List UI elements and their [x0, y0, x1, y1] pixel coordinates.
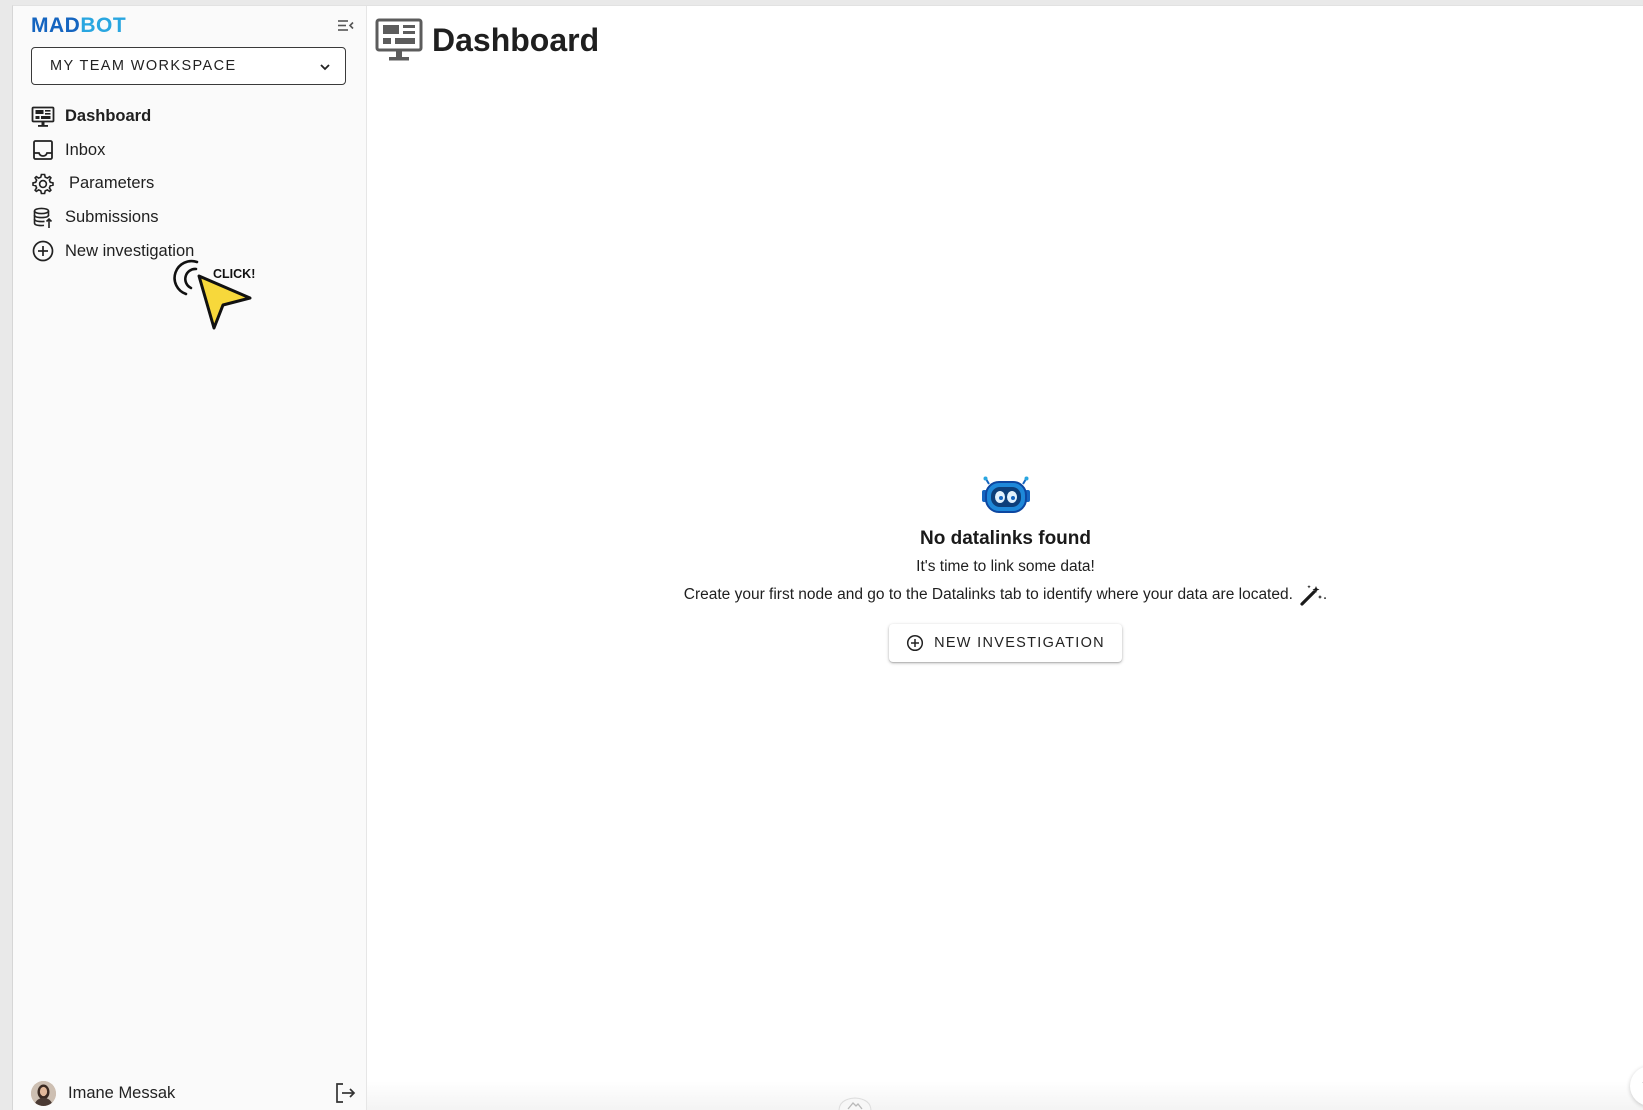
sidebar-item-label: Submissions [65, 208, 159, 227]
sidebar-item-label: Inbox [65, 140, 106, 159]
workspace-label: MY TEAM WORKSPACE [50, 58, 237, 74]
collapse-sidebar-icon[interactable] [337, 18, 355, 34]
robot-icon [981, 476, 1030, 513]
dashboard-icon [375, 18, 423, 61]
logo-part-mad: MAD [31, 14, 81, 37]
page-title: Dashboard [432, 21, 600, 58]
empty-state-subtitle: It's time to link some data! [916, 558, 1095, 575]
empty-state-description-suffix: . [1322, 586, 1328, 603]
new-investigation-button[interactable]: NEW INVESTIGATION [889, 624, 1122, 662]
logo-part-bot: BOT [80, 14, 127, 37]
user-profile[interactable]: Imane Messak [31, 1078, 356, 1108]
logout-icon[interactable] [333, 1081, 357, 1105]
click-cursor-icon: CLICK! [173, 259, 255, 330]
sidebar-item-label: Dashboard [65, 107, 152, 126]
sidebar-item-parameters[interactable]: Parameters [31, 167, 351, 201]
user-name: Imane Messak [68, 1083, 176, 1102]
sidebar-item-inbox[interactable]: Inbox [31, 134, 351, 168]
gear-icon [31, 172, 55, 196]
database-upload-icon [31, 206, 55, 230]
mountain-logo-icon [838, 1097, 872, 1110]
empty-state-description: Create your first node and go to the Dat… [684, 584, 1327, 606]
new-investigation-button-label: NEW INVESTIGATION [934, 635, 1105, 651]
madbot-logo: MADBOT [31, 14, 126, 38]
dashboard-icon [31, 105, 55, 129]
avatar [31, 1080, 56, 1106]
empty-state-title: No datalinks found [920, 528, 1091, 549]
workspace-select[interactable]: MY TEAM WORKSPACE [31, 47, 346, 85]
inbox-icon [31, 138, 55, 162]
sidebar-item-submissions[interactable]: Submissions [31, 201, 351, 235]
page-header: Dashboard [375, 18, 599, 62]
sidebar-item-label: Parameters [69, 174, 155, 193]
click-label: CLICK! [213, 267, 255, 281]
sidebar: MADBOT MY TEAM WORKSPACE Dashboard Inbox… [13, 6, 367, 1110]
add-circle-icon [31, 239, 55, 263]
empty-state: No datalinks found It's time to link som… [367, 476, 1643, 662]
bottom-bar [367, 1081, 1643, 1110]
empty-state-description-text: Create your first node and go to the Dat… [683, 586, 1293, 603]
sidebar-item-dashboard[interactable]: Dashboard [31, 100, 351, 134]
main-content: Dashboard No datalinks found It's time t… [367, 6, 1643, 1110]
magic-wand-icon [1300, 585, 1322, 606]
chevron-down-icon [320, 64, 330, 71]
app-window: MADBOT MY TEAM WORKSPACE Dashboard Inbox… [12, 5, 1643, 1110]
add-circle-icon [907, 634, 924, 652]
sidebar-nav: Dashboard Inbox Parameters Submissions N… [31, 100, 351, 268]
